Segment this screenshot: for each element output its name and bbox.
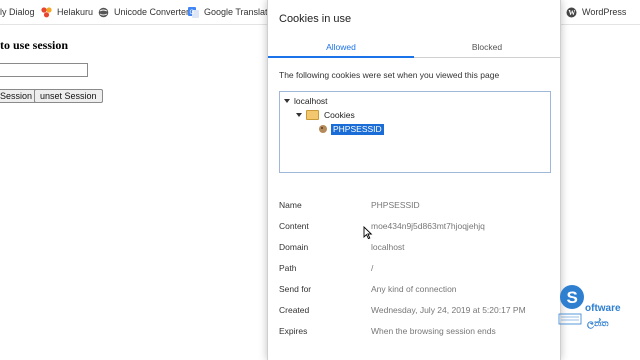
- detail-expires-label: Expires: [279, 326, 308, 336]
- caret-down-icon[interactable]: [284, 99, 290, 103]
- bookmark-unicode-converter[interactable]: Unicode Converter: [98, 5, 189, 19]
- bookmark-label: WordPress: [582, 7, 627, 17]
- tree-node-label: localhost: [294, 96, 328, 106]
- bookmark-label: Google Translate: [204, 7, 273, 17]
- logo-brand: oftware: [585, 303, 621, 314]
- tree-node-cookies[interactable]: Cookies: [296, 109, 355, 121]
- tab-allowed[interactable]: Allowed: [268, 37, 414, 58]
- tree-node-localhost[interactable]: localhost: [284, 95, 328, 107]
- software-watermark-logo: S oftware ලන්ත: [557, 280, 637, 330]
- bookmark-label: Helakuru: [57, 7, 94, 17]
- logo-subtitle: ලන්ත: [587, 317, 609, 330]
- bookmark-google-translate[interactable]: G Google Translate: [188, 5, 273, 19]
- svg-text:W: W: [568, 9, 575, 17]
- detail-send-for-label: Send for: [279, 284, 312, 294]
- dialog-title: Cookies in use: [279, 13, 352, 25]
- detail-created-label: Created: [279, 305, 310, 315]
- caret-down-icon[interactable]: [296, 113, 302, 117]
- wordpress-icon: W: [566, 7, 577, 18]
- bookmark-helakuru[interactable]: Helakuru: [41, 5, 93, 19]
- bookmark-label: Unicode Converter: [114, 7, 190, 17]
- page-heading: to use session: [0, 38, 69, 52]
- detail-content-label: Content: [279, 221, 309, 231]
- unset-session-button[interactable]: unset Session: [34, 89, 103, 103]
- bookmark-label: ly Dialog: [0, 7, 35, 17]
- logo-initial: S: [567, 288, 578, 307]
- detail-expires-value: When the browsing session ends: [371, 326, 496, 336]
- detail-content-value: moe434n9j5d863mt7hjoqjehjq: [371, 221, 485, 231]
- cookie-tree[interactable]: localhost Cookies PHPSESSID: [279, 91, 551, 173]
- cookie-icon: [319, 125, 327, 133]
- tab-blocked[interactable]: Blocked: [414, 37, 560, 57]
- bookmark-wordpress[interactable]: W WordPress: [566, 5, 626, 19]
- intro-text: The following cookies were set when you …: [279, 70, 500, 80]
- tab-bar: Allowed Blocked: [268, 37, 560, 58]
- session-input[interactable]: [0, 63, 88, 77]
- detail-path-label: Path: [279, 263, 297, 273]
- mouse-cursor-icon: [363, 225, 373, 240]
- folder-icon: [306, 110, 319, 120]
- google-translate-icon: G: [188, 6, 199, 18]
- svg-text:G: G: [190, 10, 195, 16]
- bookmark-dialog[interactable]: ly Dialog: [0, 5, 35, 19]
- set-session-button[interactable]: Session: [0, 89, 39, 103]
- cookies-dialog: Cookies in use Allowed Blocked The follo…: [267, 0, 561, 360]
- tree-node-label: PHPSESSID: [331, 123, 384, 135]
- detail-send-for-value: Any kind of connection: [371, 284, 457, 294]
- tree-node-label: Cookies: [324, 110, 355, 120]
- detail-name-value: PHPSESSID: [371, 200, 420, 210]
- helakuru-icon: [41, 6, 52, 18]
- detail-name-label: Name: [279, 200, 302, 210]
- detail-path-value: /: [371, 263, 374, 273]
- detail-created-value: Wednesday, July 24, 2019 at 5:20:17 PM: [371, 305, 526, 315]
- detail-domain-value: localhost: [371, 242, 405, 252]
- tree-node-phpsessid[interactable]: PHPSESSID: [319, 123, 384, 135]
- globe-icon: [98, 7, 109, 18]
- detail-domain-label: Domain: [279, 242, 309, 252]
